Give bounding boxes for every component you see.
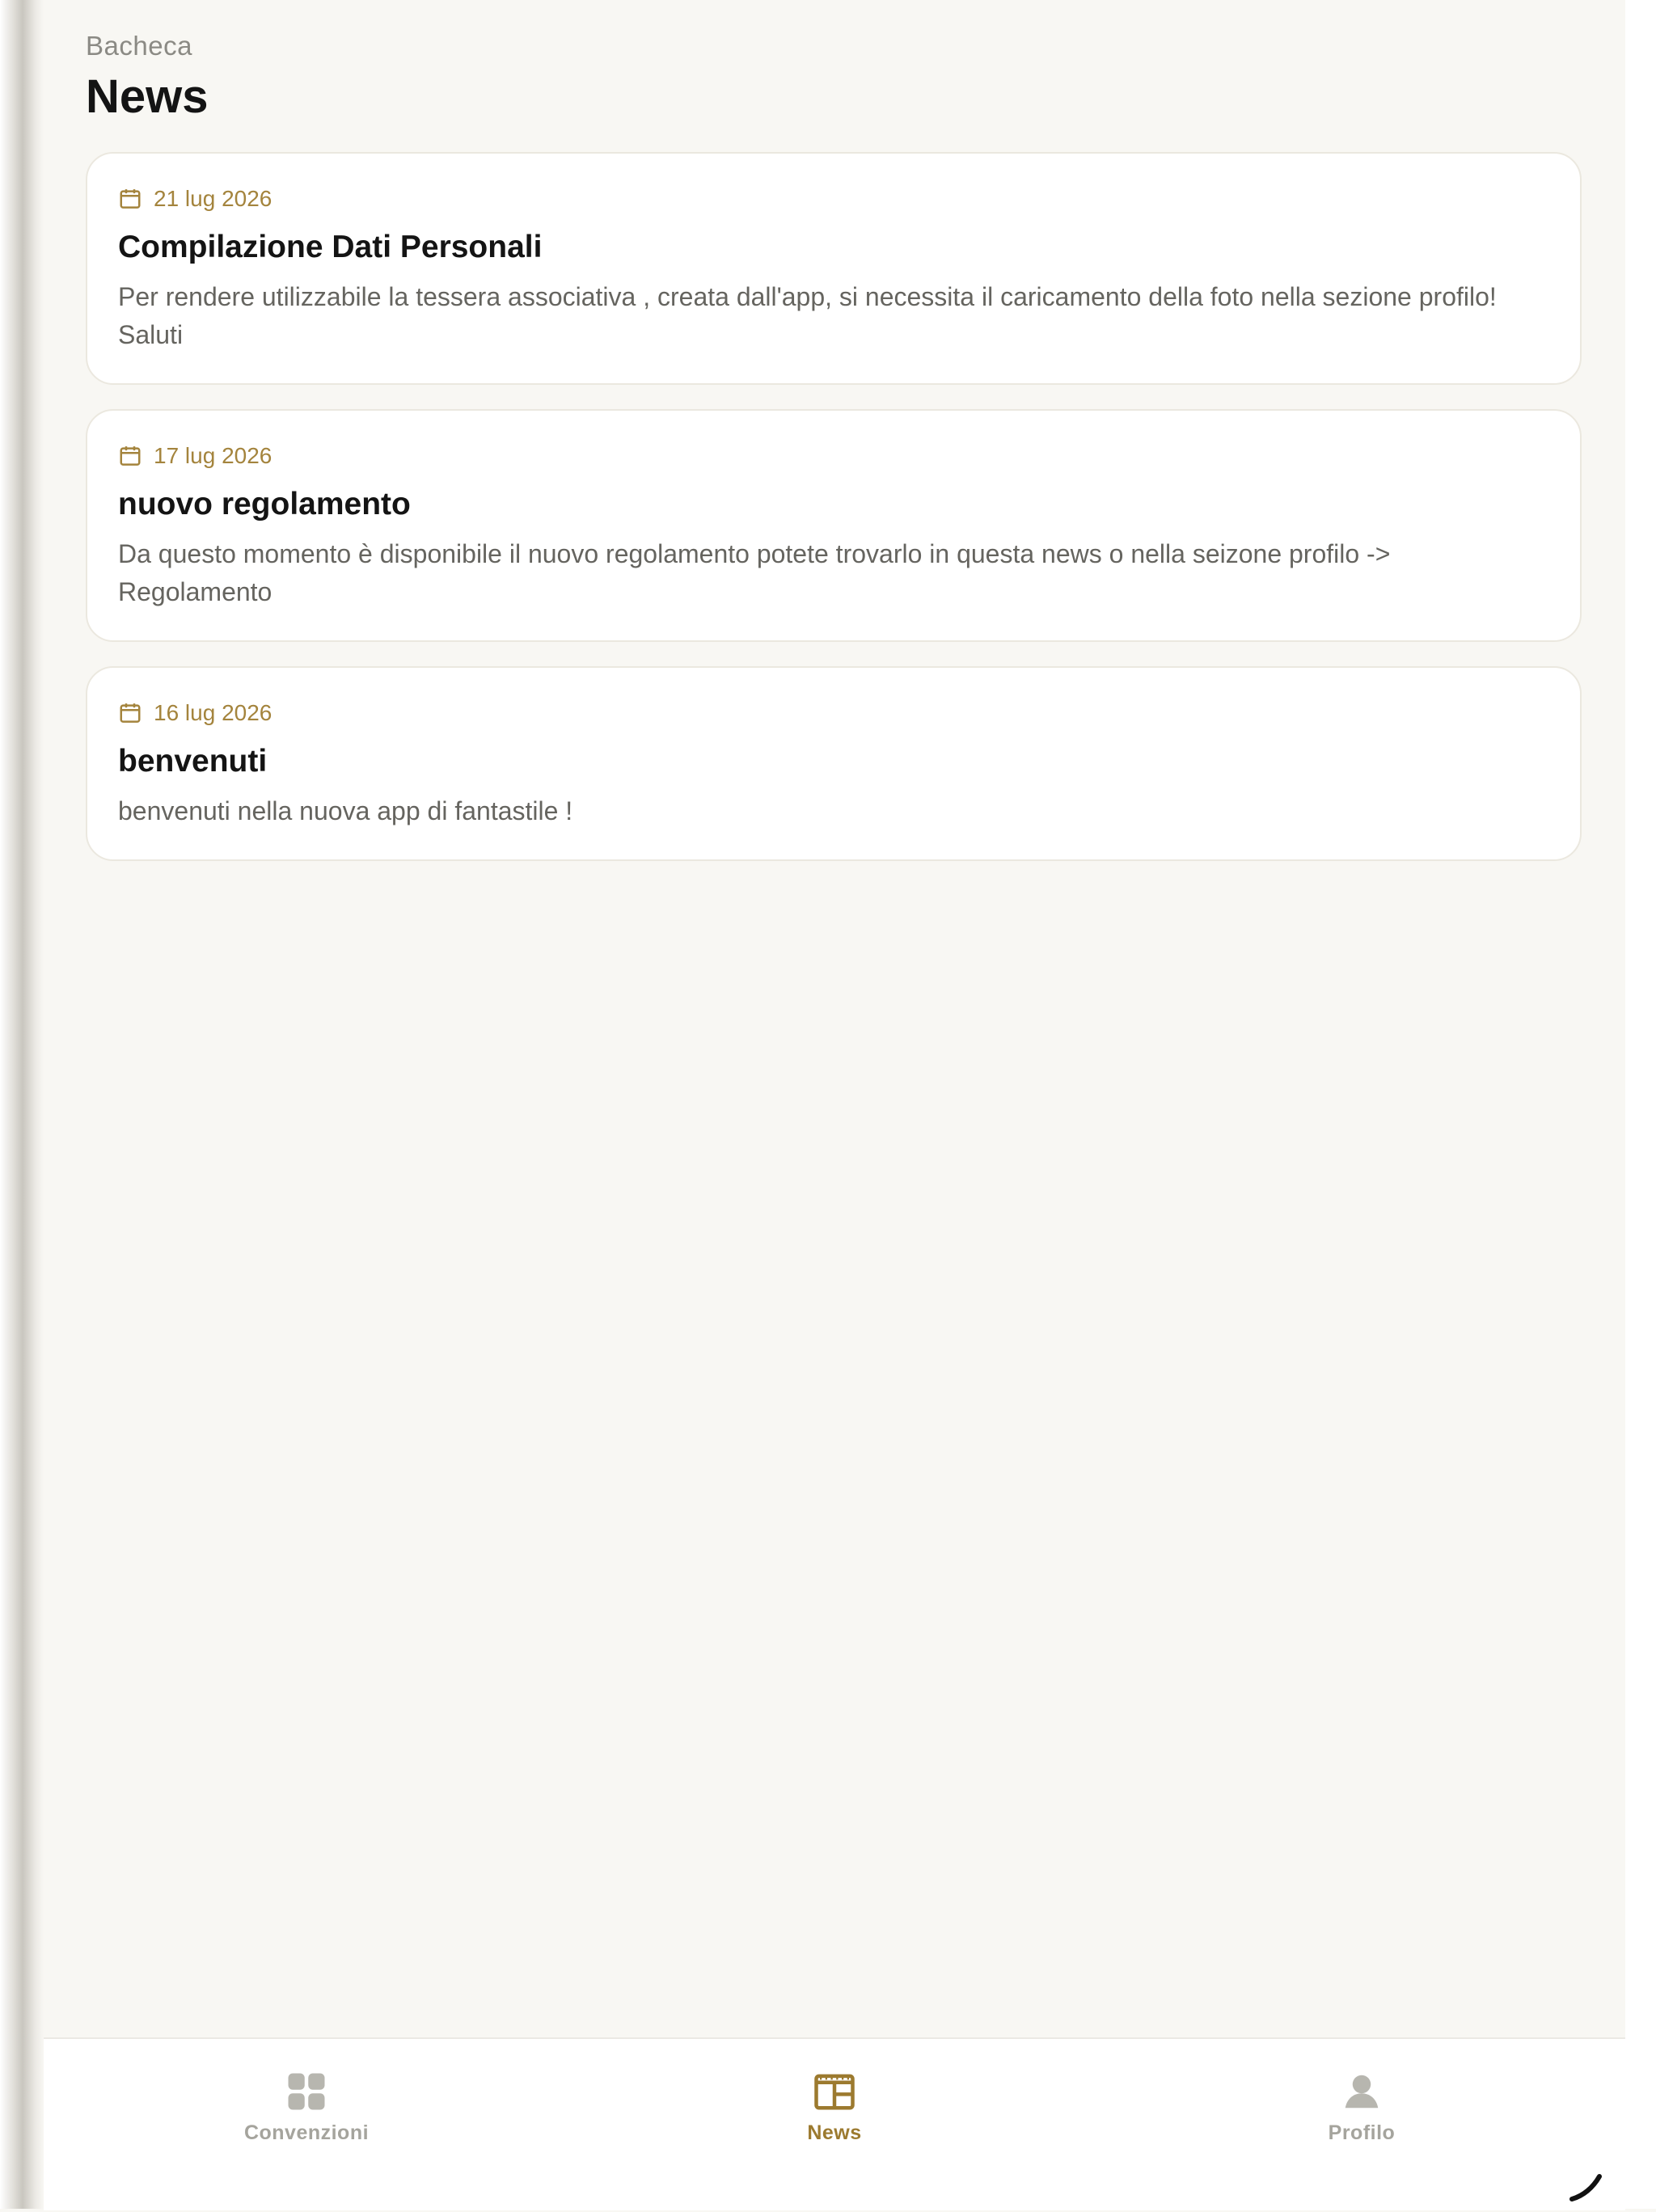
tab-label: News	[807, 2121, 862, 2144]
news-card[interactable]: 17 lug 2026 nuovo regolamento Da questo …	[86, 409, 1582, 642]
news-title: nuovo regolamento	[118, 487, 411, 521]
user-icon	[1345, 2075, 1379, 2109]
news-body: Da questo momento è disponibile il nuovo…	[118, 539, 1391, 606]
calendar-icon	[120, 189, 141, 209]
screen-edge-shadow	[0, 0, 44, 2209]
page-header: Bacheca News	[86, 31, 209, 124]
newspaper-icon	[814, 2074, 855, 2110]
calendar-icon	[120, 703, 141, 723]
tab-label: Profilo	[1328, 2121, 1396, 2144]
news-date: 17 lug 2026	[154, 443, 272, 468]
news-date-row: 21 lug 2026	[118, 184, 1549, 213]
tab-news[interactable]: News	[713, 2070, 956, 2145]
news-date: 16 lug 2026	[154, 700, 272, 725]
news-date-row: 16 lug 2026	[118, 699, 1549, 728]
news-screen: Bacheca News 21 lug 2026 Compilazione Da…	[44, 0, 1625, 2209]
news-card[interactable]: 16 lug 2026 benvenuti benvenuti nella nu…	[86, 666, 1582, 861]
news-list: 21 lug 2026 Compilazione Dati Personali …	[86, 152, 1582, 885]
tab-label: Convenzioni	[243, 2121, 370, 2144]
news-body: benvenuti nella nuova app di fantastile …	[118, 796, 573, 825]
screen-right-edge	[1624, 0, 1656, 2209]
calendar-icon	[120, 446, 141, 466]
page-eyebrow: Bacheca	[86, 31, 192, 61]
news-date: 21 lug 2026	[154, 186, 272, 211]
bottom-tab-bar: Convenzioni News Profilo	[44, 2037, 1625, 2210]
tab-profilo[interactable]: Profilo	[1240, 2070, 1483, 2145]
news-title: Compilazione Dati Personali	[118, 230, 543, 264]
news-title: benvenuti	[118, 744, 268, 779]
tab-convenzioni[interactable]: Convenzioni	[185, 2070, 428, 2145]
loading-spinner-icon	[1569, 2174, 1602, 2201]
news-card[interactable]: 21 lug 2026 Compilazione Dati Personali …	[86, 152, 1582, 385]
news-date-row: 17 lug 2026	[118, 441, 1549, 471]
page-title: News	[86, 70, 209, 123]
grid-icon	[288, 2073, 325, 2110]
news-body: Per rendere utilizzabile la tessera asso…	[118, 282, 1497, 349]
